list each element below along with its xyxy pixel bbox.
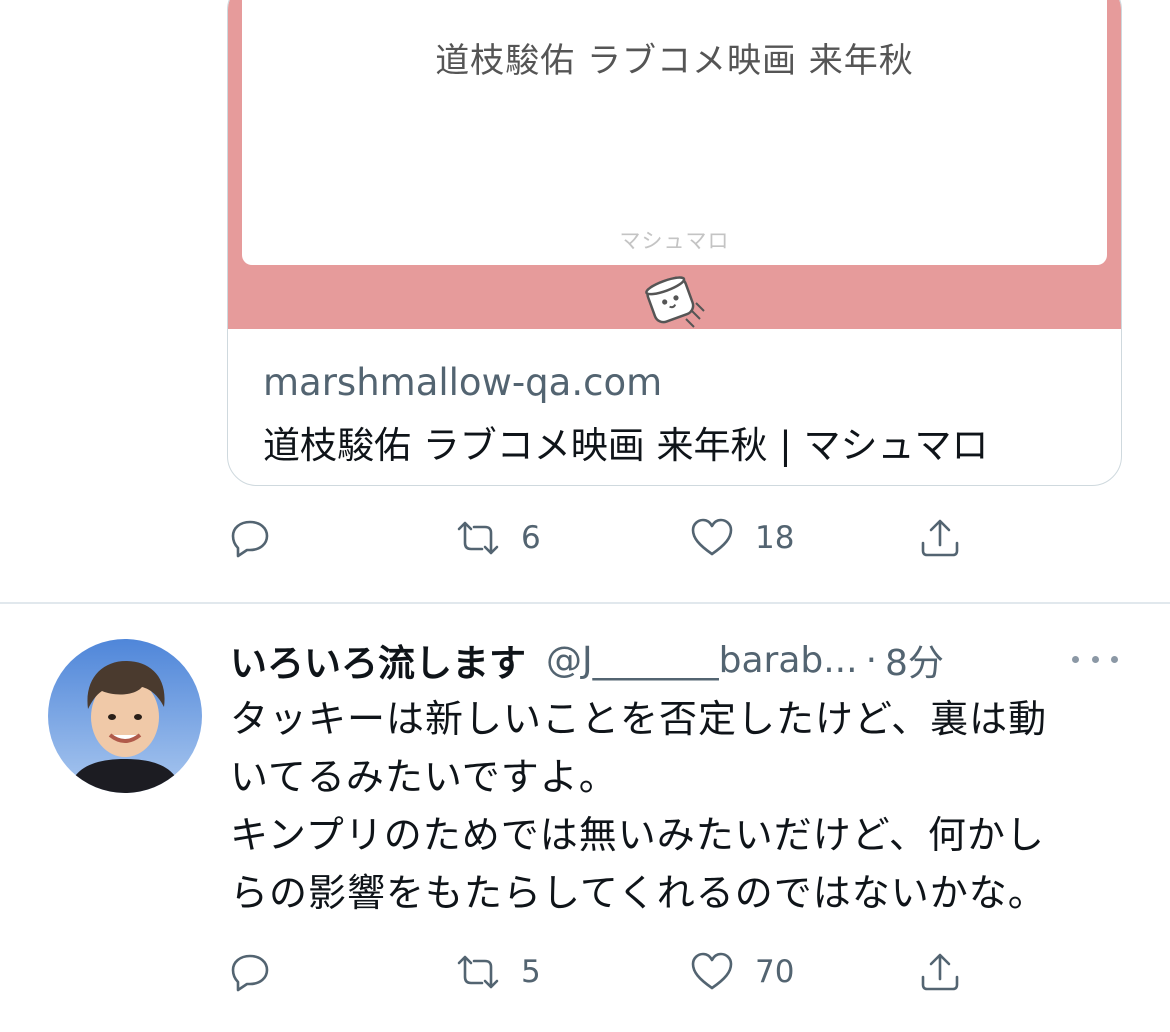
like-button[interactable]: 70 xyxy=(689,948,794,996)
reply-icon xyxy=(231,520,269,558)
card-domain: marshmallow-qa.com xyxy=(263,361,663,404)
retweet-icon xyxy=(457,955,499,989)
card-question-panel: 道枝駿佑 ラブコメ映画 来年秋 マシュマロ xyxy=(242,0,1107,265)
tweet-actions: 6 18 xyxy=(227,514,987,562)
heart-icon xyxy=(691,952,733,990)
card-media: 道枝駿佑 ラブコメ映画 来年秋 マシュマロ xyxy=(228,0,1121,329)
share-button[interactable] xyxy=(917,948,963,996)
retweet-count: 5 xyxy=(521,954,541,990)
like-count: 70 xyxy=(755,954,795,990)
marshmallow-mascot-icon xyxy=(645,276,705,328)
tweet-text: タッキーは新しいことを否定したけど、裏は動 いてるみたいですよ。 キンプリのため… xyxy=(230,697,1048,915)
share-icon xyxy=(921,953,959,991)
retweet-icon xyxy=(457,521,499,555)
tweet-actions: 5 70 xyxy=(227,948,987,996)
reply-button[interactable] xyxy=(227,948,273,996)
reply-icon xyxy=(231,954,269,992)
tweet-divider xyxy=(0,602,1170,604)
user-handle[interactable]: @J_______barab... xyxy=(546,640,858,681)
avatar-image xyxy=(48,639,202,793)
reply-button[interactable] xyxy=(227,514,273,562)
share-button[interactable] xyxy=(917,514,963,562)
retweet-button[interactable]: 5 xyxy=(455,948,541,996)
card-question-text: 道枝駿佑 ラブコメ映画 来年秋 xyxy=(435,41,914,81)
heart-icon xyxy=(691,518,733,556)
card-title: 道枝駿佑 ラブコメ映画 来年秋 | マシュマロ xyxy=(263,424,989,467)
retweet-button[interactable]: 6 xyxy=(455,514,541,562)
more-options-icon[interactable] xyxy=(1072,644,1118,674)
tweet-timestamp[interactable]: 8分 xyxy=(885,634,944,686)
tweet-header: いろいろ流します @J_______barab... · 8分 xyxy=(230,632,1130,688)
like-count: 18 xyxy=(755,520,795,556)
like-button[interactable]: 18 xyxy=(689,514,794,562)
link-card[interactable]: 道枝駿佑 ラブコメ映画 来年秋 マシュマロ marshmallow-qa.com… xyxy=(227,0,1122,486)
avatar[interactable] xyxy=(48,639,202,793)
display-name[interactable]: いろいろ流します xyxy=(230,633,526,687)
card-brand-label: マシュマロ xyxy=(619,229,730,253)
share-icon xyxy=(921,519,959,557)
separator-dot: · xyxy=(865,639,878,681)
retweet-count: 6 xyxy=(521,520,541,556)
